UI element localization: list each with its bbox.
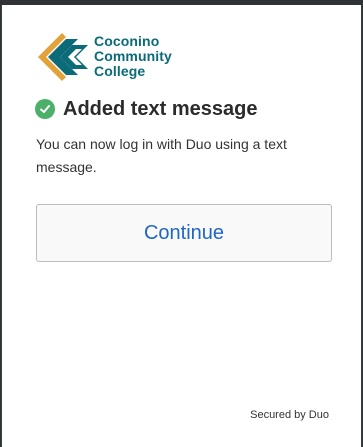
- secured-by-duo: Secured by Duo: [250, 409, 329, 421]
- logo-line-3: College: [94, 63, 146, 79]
- duo-dialog: Coconino Community College Added text me…: [1, 5, 362, 447]
- logo-line-2: Community: [94, 48, 172, 64]
- check-circle-icon: [35, 99, 55, 119]
- continue-button[interactable]: Continue: [36, 204, 332, 262]
- chevron-logo-icon: [38, 33, 88, 81]
- status-message: You can now log in with Duo using a text…: [36, 136, 287, 175]
- status-header: Added text message: [35, 96, 258, 122]
- page-title: Added text message: [63, 97, 258, 120]
- college-logo: Coconino Community College: [36, 31, 186, 83]
- logo-wordmark: Coconino Community College: [94, 34, 172, 79]
- logo-line-1: Coconino: [94, 33, 160, 49]
